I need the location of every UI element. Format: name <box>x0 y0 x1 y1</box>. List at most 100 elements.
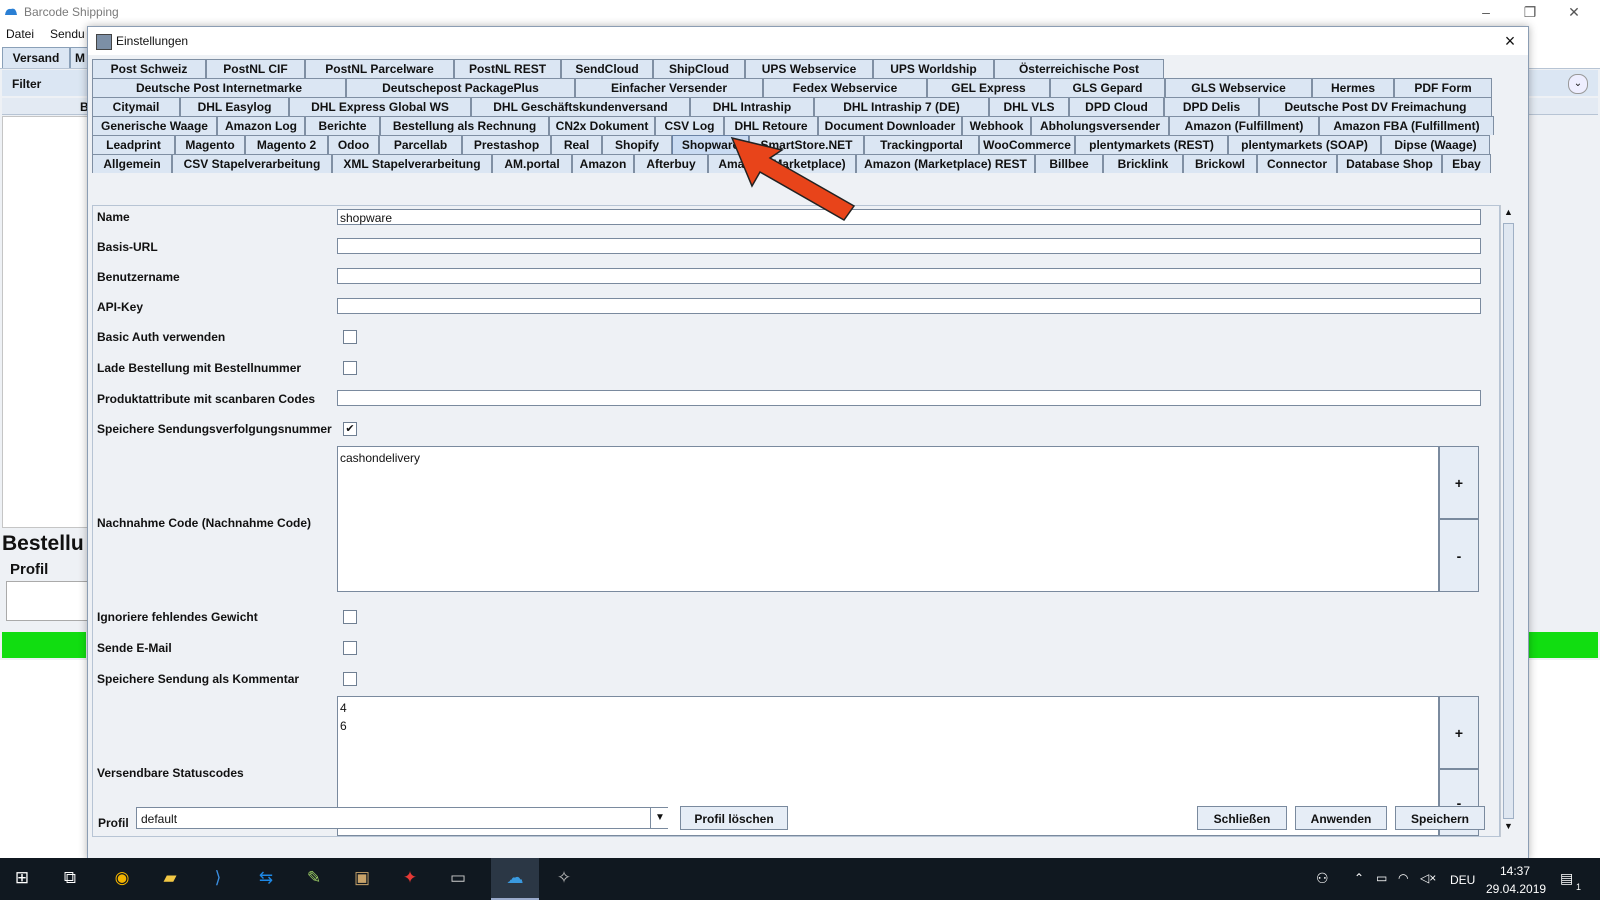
people-icon[interactable]: ⚇ <box>1316 870 1329 887</box>
tab-ups-worldship[interactable]: UPS Worldship <box>873 59 994 78</box>
content-scrollbar[interactable]: ▲ ▼ <box>1500 205 1517 837</box>
tab-generische-waage[interactable]: Generische Waage <box>92 116 217 135</box>
tab-odoo[interactable]: Odoo <box>328 135 379 154</box>
tab-dhl-easylog[interactable]: DHL Easylog <box>180 97 289 116</box>
tab-trackingportal[interactable]: Trackingportal <box>864 135 979 154</box>
tab-citymail[interactable]: Citymail <box>92 97 180 116</box>
tab-leadprint[interactable]: Leadprint <box>92 135 175 154</box>
tab-amazon-fulfillment[interactable]: Amazon (Fulfillment) <box>1169 116 1319 135</box>
delete-profile-button[interactable]: Profil löschen <box>680 806 788 830</box>
tab-billbee[interactable]: Billbee <box>1035 154 1103 173</box>
tab-bricklink[interactable]: Bricklink <box>1103 154 1183 173</box>
tab-post-schweiz[interactable]: Post Schweiz <box>92 59 206 78</box>
basic-auth-checkbox[interactable] <box>343 330 357 344</box>
username-input[interactable] <box>337 268 1481 284</box>
tab-dhl-vls[interactable]: DHL VLS <box>989 97 1069 116</box>
tab-gls-gepard[interactable]: GLS Gepard <box>1050 78 1165 97</box>
tab-prestashop[interactable]: Prestashop <box>462 135 551 154</box>
tab-amazon[interactable]: Amazon <box>572 154 634 173</box>
chrome-icon[interactable]: ◉ <box>110 866 134 890</box>
tab-dpd-cloud[interactable]: DPD Cloud <box>1069 97 1164 116</box>
vscode-icon[interactable]: ⟩ <box>206 866 230 890</box>
tab-csv-log[interactable]: CSV Log <box>655 116 724 135</box>
tab-postnl-parcelware[interactable]: PostNL Parcelware <box>305 59 454 78</box>
tab-versand[interactable]: Versand <box>2 47 70 68</box>
tab-plentymarkets-rest[interactable]: plentymarkets (REST) <box>1075 135 1228 154</box>
tab-hermes[interactable]: Hermes <box>1312 78 1394 97</box>
volume-icon[interactable]: ◁× <box>1420 871 1436 885</box>
tab-deutsche-post-dv-freimachung[interactable]: Deutsche Post DV Freimachung <box>1259 97 1492 116</box>
menu-sendungen[interactable]: Sendu <box>50 27 85 41</box>
tab-xml-stapelverarbeitung[interactable]: XML Stapelverarbeitung <box>332 154 492 173</box>
task-view-icon[interactable]: ⧉ <box>58 866 82 890</box>
tab-gls-webservice[interactable]: GLS Webservice <box>1165 78 1312 97</box>
tab-amazon-fba-fulfillment[interactable]: Amazon FBA (Fulfillment) <box>1319 116 1494 135</box>
tab-afterbuy[interactable]: Afterbuy <box>634 154 708 173</box>
name-input[interactable]: shopware <box>337 209 1481 225</box>
tab-postnl-rest[interactable]: PostNL REST <box>454 59 561 78</box>
tab-brickowl[interactable]: Brickowl <box>1183 154 1257 173</box>
tab-abholungsversender[interactable]: Abholungsversender <box>1031 116 1169 135</box>
pdf-reader-icon[interactable]: ✦ <box>398 866 422 890</box>
tab-berichte[interactable]: Berichte <box>305 116 380 135</box>
tab-csv-stapelverarbeitung[interactable]: CSV Stapelverarbeitung <box>172 154 332 173</box>
scroll-thumb[interactable] <box>1503 223 1514 819</box>
tab-dpd-delis[interactable]: DPD Delis <box>1164 97 1259 116</box>
send-email-checkbox[interactable] <box>343 641 357 655</box>
tab-connector[interactable]: Connector <box>1257 154 1337 173</box>
tab-real[interactable]: Real <box>551 135 602 154</box>
scroll-down-icon[interactable]: ▼ <box>1504 821 1513 831</box>
tab-allgemein[interactable]: Allgemein <box>92 154 172 173</box>
tab-deutsche-post-internetmarke[interactable]: Deutsche Post Internetmarke <box>92 78 346 97</box>
tab-dhl-intraship[interactable]: DHL Intraship <box>690 97 814 116</box>
chevron-down-icon[interactable]: ⌄ <box>1568 74 1588 94</box>
apply-button[interactable]: Anwenden <box>1295 806 1387 830</box>
clock-time[interactable]: 14:37 <box>1500 864 1530 878</box>
tab-einfacher-versender[interactable]: Einfacher Versender <box>575 78 763 97</box>
tray-chevron-icon[interactable]: ⌃ <box>1354 871 1364 885</box>
ignore-weight-checkbox[interactable] <box>343 610 357 624</box>
tab-dhl-express-global-ws[interactable]: DHL Express Global WS <box>289 97 471 116</box>
package-icon[interactable]: ▣ <box>350 866 374 890</box>
save-tracking-checkbox[interactable]: ✔ <box>343 422 357 436</box>
profile-select[interactable]: default <box>136 807 668 829</box>
tab-shipcloud[interactable]: ShipCloud <box>653 59 745 78</box>
tab-gel-express[interactable]: GEL Express <box>927 78 1050 97</box>
windows-start-icon[interactable]: ⊞ <box>10 866 34 890</box>
main-close-icon[interactable]: ✕ <box>1554 2 1594 22</box>
save-comment-checkbox[interactable] <box>343 672 357 686</box>
close-button[interactable]: Schließen <box>1197 806 1287 830</box>
tab-dhl-retoure[interactable]: DHL Retoure <box>724 116 818 135</box>
close-icon[interactable]: × <box>1498 30 1522 52</box>
tab-fedex-webservice[interactable]: Fedex Webservice <box>763 78 927 97</box>
restore-icon[interactable]: ❐ <box>1510 2 1550 22</box>
tab-plentymarkets-soap[interactable]: plentymarkets (SOAP) <box>1228 135 1381 154</box>
tab-document-downloader[interactable]: Document Downloader <box>818 116 962 135</box>
tab-magento-2[interactable]: Magento 2 <box>245 135 328 154</box>
tab-ebay[interactable]: Ebay <box>1442 154 1491 173</box>
notification-icon[interactable]: ▤ <box>1560 870 1573 887</box>
tab-parcellab[interactable]: Parcellab <box>379 135 462 154</box>
status-add-button[interactable]: + <box>1439 696 1479 769</box>
tab-woocommerce[interactable]: WooCommerce <box>979 135 1075 154</box>
file-explorer-icon[interactable]: ▰ <box>158 866 182 890</box>
menu-datei[interactable]: Datei <box>6 27 34 41</box>
paint-icon[interactable]: ✧ <box>552 866 576 890</box>
scroll-up-icon[interactable]: ▲ <box>1504 207 1513 217</box>
tab-österreichische-post[interactable]: Österreichische Post <box>994 59 1164 78</box>
language-indicator[interactable]: DEU <box>1450 873 1475 887</box>
tab-deutschepost-packageplus[interactable]: Deutschepost PackagePlus <box>346 78 575 97</box>
profile-box[interactable] <box>6 581 88 621</box>
barcode-shipping-taskbar-icon[interactable]: ☁ <box>503 866 527 890</box>
tab-magento[interactable]: Magento <box>175 135 245 154</box>
tab-amazon-marketplace-rest[interactable]: Amazon (Marketplace) REST <box>856 154 1035 173</box>
load-order-checkbox[interactable] <box>343 361 357 375</box>
battery-icon[interactable]: ▭ <box>1376 871 1387 885</box>
teamviewer-icon[interactable]: ⇆ <box>254 866 278 890</box>
tab-am-portal[interactable]: AM.portal <box>492 154 572 173</box>
tab-sendcloud[interactable]: SendCloud <box>561 59 653 78</box>
tab-cn2x-dokument[interactable]: CN2x Dokument <box>549 116 655 135</box>
product-attr-input[interactable] <box>337 390 1481 406</box>
api-key-input[interactable] <box>337 298 1481 314</box>
dropdown-arrow-icon[interactable]: ▼ <box>650 808 669 828</box>
